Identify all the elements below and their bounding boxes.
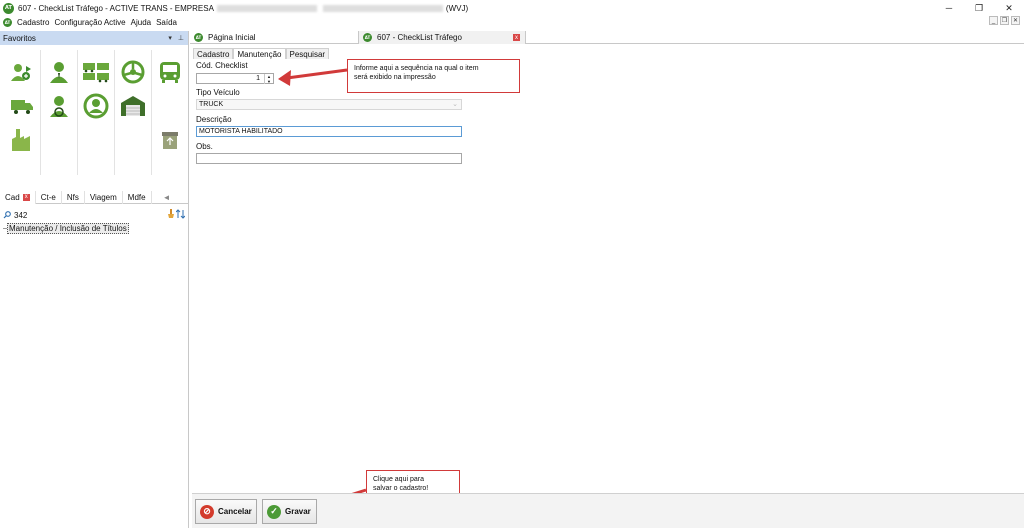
callout-sequence-note: Informe aqui a sequência na qual o item … — [347, 59, 520, 93]
save-button[interactable]: ✓ Gravar — [262, 499, 317, 524]
check-icon: ✓ — [267, 504, 281, 519]
cancel-icon: ⊘ — [200, 504, 214, 519]
bottom-action-bar: ⊘ Cancelar ✓ Gravar — [192, 493, 1024, 528]
cancel-button[interactable]: ⊘ Cancelar — [195, 499, 257, 524]
